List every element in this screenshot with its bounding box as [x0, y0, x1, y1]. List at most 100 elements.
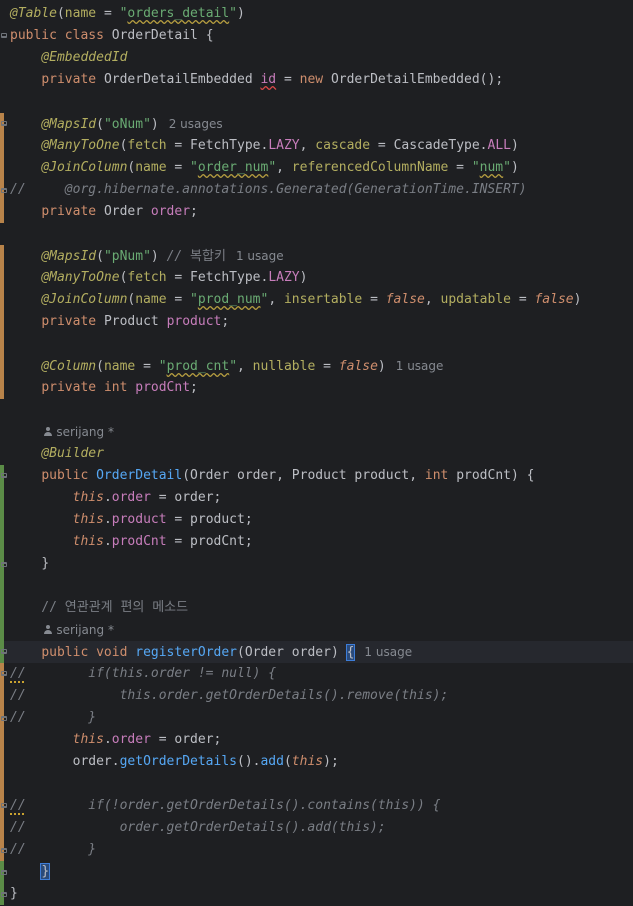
person-icon — [43, 427, 53, 437]
code-line[interactable]: public class OrderDetail { — [0, 25, 633, 47]
vcs-added-marker[interactable] — [0, 531, 4, 553]
code-line[interactable]: @ManyToOne(fetch = FetchType.LAZY, casca… — [0, 135, 633, 157]
vcs-modified-marker[interactable] — [0, 245, 4, 267]
code-line[interactable]: // } — [0, 707, 633, 729]
vcs-modified-marker[interactable] — [0, 201, 4, 223]
code-line[interactable]: } — [0, 861, 633, 883]
code-line[interactable]: @MapsId("pNum") // 복합키 1 usage — [0, 245, 633, 267]
vcs-added-marker[interactable] — [0, 619, 4, 641]
code-line[interactable]: @Builder — [0, 443, 633, 465]
fold-toggle-icon[interactable] — [1, 649, 7, 654]
code-line[interactable]: this.prodCnt = prodCnt; — [0, 531, 633, 553]
code-line[interactable]: @ManyToOne(fetch = FetchType.LAZY) — [0, 267, 633, 289]
code-text: @EmbeddedId — [41, 50, 128, 65]
code-text: @ManyToOne(fetch = FetchType.LAZY, casca… — [41, 138, 519, 153]
code-line[interactable]: } — [0, 553, 633, 575]
code-line[interactable] — [0, 773, 633, 795]
vcs-modified-marker[interactable] — [0, 729, 4, 751]
code-text: @JoinColumn(name = "prod_num", insertabl… — [41, 292, 582, 307]
code-line[interactable]: @JoinColumn(name = "order_num", referenc… — [0, 157, 633, 179]
code-line[interactable]: // if(!order.getOrderDetails().contains(… — [0, 795, 633, 817]
code-text: // if(this.order != null) { — [10, 663, 276, 685]
fold-toggle-icon[interactable] — [1, 473, 7, 478]
code-line[interactable]: serijang * — [0, 619, 633, 641]
vcs-added-marker[interactable] — [0, 575, 4, 597]
usages-hint[interactable]: 1 usage — [396, 359, 444, 373]
code-text: // this.order.getOrderDetails().remove(t… — [10, 685, 448, 707]
code-line[interactable]: order.getOrderDetails().add(this); — [0, 751, 633, 773]
code-line[interactable]: @JoinColumn(name = "prod_num", insertabl… — [0, 289, 633, 311]
code-line[interactable]: // 연관관계 편의 메소드 — [0, 597, 633, 619]
vcs-modified-marker[interactable] — [0, 289, 4, 311]
fold-toggle-icon[interactable] — [1, 33, 7, 38]
code-line[interactable]: this.order = order; — [0, 729, 633, 751]
author-hint[interactable]: serijang * — [43, 623, 114, 637]
code-line[interactable]: serijang * — [0, 421, 633, 443]
code-line[interactable]: private OrderDetailEmbedded id = new Ord… — [0, 69, 633, 91]
code-text: // } — [10, 707, 96, 729]
code-line[interactable]: // @org.hibernate.annotations.Generated(… — [0, 179, 633, 201]
fold-toggle-icon[interactable] — [1, 121, 7, 126]
code-line[interactable]: // this.order.getOrderDetails().remove(t… — [0, 685, 633, 707]
code-line[interactable]: // } — [0, 839, 633, 861]
code-line[interactable]: @Column(name = "prod_cnt", nullable = fa… — [0, 355, 633, 377]
vcs-modified-marker[interactable] — [0, 135, 4, 157]
vcs-modified-marker[interactable] — [0, 333, 4, 355]
fold-toggle-icon[interactable] — [1, 803, 7, 808]
code-line[interactable]: this.order = order; — [0, 487, 633, 509]
code-line[interactable]: } — [0, 883, 633, 905]
code-line[interactable]: public OrderDetail(Order order, Product … — [0, 465, 633, 487]
code-text: @Column(name = "prod_cnt", nullable = fa… — [41, 359, 444, 374]
author-hint[interactable]: serijang * — [43, 425, 114, 439]
code-line[interactable]: private int prodCnt; — [0, 377, 633, 399]
vcs-added-marker[interactable] — [0, 597, 4, 619]
code-line[interactable]: private Order order; — [0, 201, 633, 223]
code-text: // @org.hibernate.annotations.Generated(… — [10, 179, 527, 201]
vcs-modified-marker[interactable] — [0, 355, 4, 377]
fold-toggle-icon[interactable] — [1, 562, 7, 567]
usages-hint[interactable]: 1 usage — [236, 249, 284, 263]
vcs-modified-marker[interactable] — [0, 267, 4, 289]
vcs-added-marker[interactable] — [0, 487, 4, 509]
code-text: } — [41, 556, 50, 571]
vcs-modified-marker[interactable] — [0, 157, 4, 179]
code-line[interactable]: public void registerOrder(Order order) {… — [0, 641, 633, 663]
code-line[interactable]: // if(this.order != null) { — [0, 663, 633, 685]
person-icon — [43, 625, 53, 635]
fold-toggle-icon[interactable] — [1, 848, 7, 853]
code-line[interactable]: this.product = product; — [0, 509, 633, 531]
code-line[interactable]: @EmbeddedId — [0, 47, 633, 69]
code-line[interactable] — [0, 223, 633, 245]
code-editor[interactable]: @Table(name = "orders_detail") public cla… — [0, 0, 633, 906]
code-line[interactable] — [0, 333, 633, 355]
code-line[interactable] — [0, 91, 633, 113]
vcs-modified-marker[interactable] — [0, 377, 4, 399]
code-text: serijang * — [10, 421, 114, 444]
fold-toggle-icon[interactable] — [1, 870, 7, 875]
code-line[interactable] — [0, 575, 633, 597]
author-name: serijang * — [56, 623, 114, 637]
vcs-modified-marker[interactable] — [0, 685, 4, 707]
code-text: @JoinColumn(name = "order_num", referenc… — [41, 160, 519, 175]
vcs-modified-marker[interactable] — [0, 817, 4, 839]
fold-toggle-icon[interactable] — [1, 716, 7, 721]
vcs-modified-marker[interactable] — [0, 311, 4, 333]
usages-hint[interactable]: 1 usage — [364, 645, 412, 659]
code-text: } — [10, 861, 51, 883]
vcs-modified-marker[interactable] — [0, 773, 4, 795]
code-line[interactable]: @MapsId("oNum") 2 usages — [0, 113, 633, 135]
code-text: private Product product; — [41, 314, 230, 329]
fold-toggle-icon[interactable] — [1, 188, 7, 193]
code-line[interactable]: // order.getOrderDetails().add(this); — [0, 817, 633, 839]
vcs-modified-marker[interactable] — [0, 751, 4, 773]
vcs-added-marker[interactable] — [0, 509, 4, 531]
fold-toggle-icon[interactable] — [1, 671, 7, 676]
comment-text: // if(this.order != null) { — [10, 666, 277, 681]
code-line[interactable]: @Table(name = "orders_detail") — [0, 3, 633, 25]
code-line[interactable] — [0, 399, 633, 421]
code-text: this.product = product; — [72, 512, 253, 527]
code-text: // order.getOrderDetails().add(this); — [10, 817, 386, 839]
usages-hint[interactable]: 2 usages — [169, 117, 223, 131]
fold-toggle-icon[interactable] — [1, 892, 7, 897]
code-line[interactable]: private Product product; — [0, 311, 633, 333]
